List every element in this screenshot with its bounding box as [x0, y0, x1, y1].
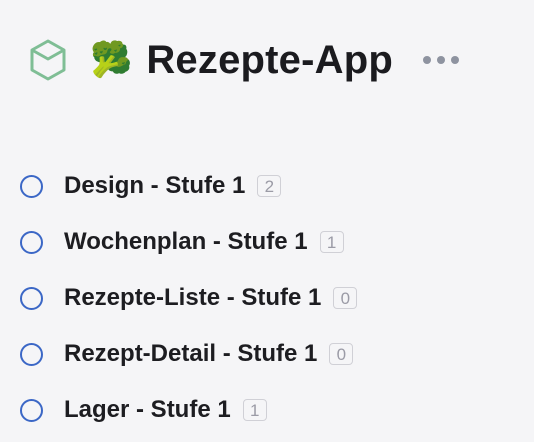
project-header: 🥦 Rezepte-App: [24, 28, 524, 92]
task-label: Design - Stufe 1: [64, 172, 246, 199]
task-label: Wochenplan - Stufe 1: [64, 228, 308, 255]
more-dot: [423, 56, 431, 64]
task-list: Design - Stufe 1 2 Wochenplan - Stufe 1 …: [20, 158, 520, 438]
complete-checkbox[interactable]: [20, 286, 43, 310]
list-item[interactable]: Lager - Stufe 1 1: [20, 382, 520, 438]
complete-checkbox[interactable]: [20, 174, 43, 198]
broccoli-icon: 🥦: [90, 40, 133, 80]
more-options-button[interactable]: [423, 50, 459, 70]
subtask-count-badge: 0: [329, 343, 354, 365]
subtask-count-badge: 0: [333, 287, 358, 309]
list-item[interactable]: Rezept-Detail - Stufe 1 0: [20, 326, 520, 382]
more-dot: [451, 56, 459, 64]
list-item[interactable]: Design - Stufe 1 2: [20, 158, 520, 214]
page-title: Rezepte-App: [146, 38, 393, 82]
complete-checkbox[interactable]: [20, 342, 43, 366]
subtask-count-badge: 1: [242, 399, 267, 421]
subtask-count-badge: 1: [319, 231, 344, 253]
task-label: Rezepte-Liste - Stufe 1: [64, 284, 322, 311]
task-label: Lager - Stufe 1: [64, 396, 231, 423]
more-dot: [437, 56, 445, 64]
complete-checkbox[interactable]: [20, 398, 43, 422]
list-item[interactable]: Rezepte-Liste - Stufe 1 0: [20, 270, 520, 326]
subtask-count-badge: 2: [257, 175, 282, 197]
complete-checkbox[interactable]: [20, 230, 43, 254]
box-icon: [24, 33, 72, 87]
list-item[interactable]: Wochenplan - Stufe 1 1: [20, 214, 520, 270]
task-label: Rezept-Detail - Stufe 1: [64, 340, 318, 367]
